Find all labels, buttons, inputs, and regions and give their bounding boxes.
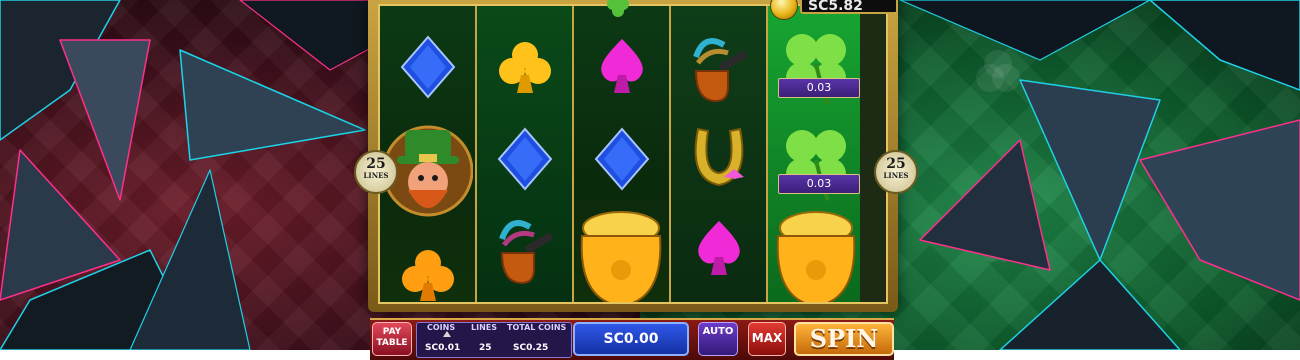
slot-machine-frame: 0.03 0.03 (368, 0, 898, 312)
clover-icon: 0.03 (768, 116, 860, 202)
coins-value: SC0.01 (425, 343, 461, 353)
pink-spade-icon (574, 24, 669, 110)
clover-icon: 0.03 (768, 20, 860, 106)
blue-diamond-icon (477, 116, 572, 202)
pink-spade-icon (671, 206, 766, 292)
pay-table-button[interactable]: PAY TABLE (372, 322, 412, 356)
bet-panel: COINS LINES TOTAL COINS SC0.01 25 SC0.25 (416, 322, 572, 358)
reel-4 (671, 6, 768, 302)
lines-badge-right: 25 LINES (874, 150, 918, 194)
spin-button[interactable]: SPIN (794, 322, 894, 356)
pot-of-gold-icon (768, 202, 860, 302)
lines-badge-left: 25 LINES (354, 150, 398, 194)
reel-1 (380, 6, 477, 302)
pot-of-gold-icon (574, 202, 669, 302)
auto-button[interactable]: AUTO (698, 322, 738, 356)
max-bet-button[interactable]: MAX (748, 322, 786, 356)
reel-5: 0.03 0.03 (768, 6, 860, 302)
horseshoe-icon (671, 116, 766, 202)
balance-bar: SC5.82 (770, 0, 898, 20)
control-bar: PAY TABLE COINS LINES TOTAL COINS SC0.01… (370, 318, 894, 360)
lines-value: 25 (479, 343, 492, 353)
clover-top-icon (607, 0, 629, 17)
orange-club-icon (477, 24, 572, 110)
orange-club-icon (380, 232, 475, 302)
balance-display: SC5.82 (800, 0, 898, 14)
reel-3 (574, 6, 671, 302)
coins-up-icon[interactable] (443, 331, 451, 337)
reel-area: 0.03 0.03 (378, 4, 888, 304)
clover-value-label: 0.03 (778, 78, 860, 98)
win-display: SC0.00 (573, 322, 689, 356)
total-coins-label: TOTAL COINS (507, 323, 567, 332)
lines-label: LINES (471, 323, 497, 332)
blue-diamond-icon (380, 24, 475, 110)
total-coins-value: SC0.25 (513, 343, 549, 353)
blue-diamond-icon (574, 116, 669, 202)
reel-2 (477, 6, 574, 302)
clover-value-label: 0.03 (778, 174, 860, 194)
pipe-icon (477, 206, 572, 292)
pipe-icon (671, 24, 766, 110)
